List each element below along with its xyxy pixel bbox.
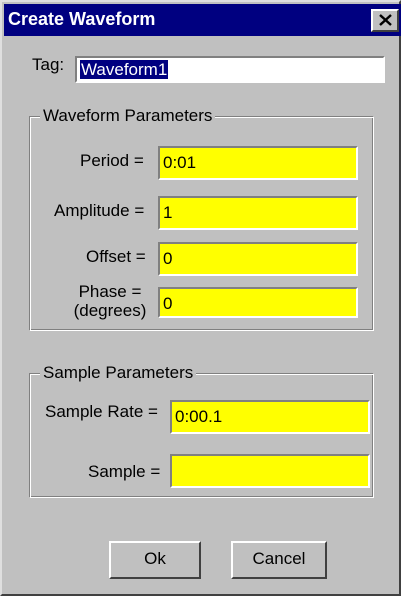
sample-parameters-title: Sample Parameters [40, 363, 197, 383]
offset-label: Offset = [86, 247, 146, 266]
phase-label-line1: Phase = [78, 282, 142, 301]
ok-button[interactable]: Ok [109, 541, 201, 579]
close-button[interactable] [371, 9, 399, 32]
period-input[interactable]: 0:01 [158, 146, 358, 180]
amplitude-label: Amplitude = [54, 201, 145, 220]
title-bar[interactable]: Create Waveform [4, 4, 401, 36]
window-title: Create Waveform [8, 9, 156, 29]
amplitude-value: 1 [163, 203, 173, 222]
period-label: Period = [80, 151, 144, 170]
period-value: 0:01 [163, 153, 197, 172]
tag-input[interactable]: Waveform1 [75, 56, 385, 83]
offset-input[interactable]: 0 [158, 242, 358, 276]
close-icon [379, 14, 392, 26]
create-waveform-dialog: Create Waveform Tag: Waveform1 Waveform … [0, 0, 401, 596]
sample-label: Sample = [88, 462, 161, 481]
phase-input[interactable]: 0 [158, 287, 358, 318]
amplitude-input[interactable]: 1 [158, 196, 358, 230]
phase-label: Phase = (degrees) [66, 282, 154, 320]
offset-value: 0 [163, 249, 173, 268]
sample-rate-value: 0:00.1 [175, 407, 223, 426]
phase-label-line2: (degrees) [73, 301, 147, 320]
waveform-parameters-title: Waveform Parameters [40, 106, 216, 126]
phase-value: 0 [163, 294, 173, 313]
sample-rate-label: Sample Rate = [45, 402, 158, 421]
sample-input[interactable] [170, 454, 370, 488]
sample-rate-input[interactable]: 0:00.1 [170, 400, 370, 434]
tag-label: Tag: [32, 55, 65, 74]
cancel-button[interactable]: Cancel [231, 541, 327, 579]
tag-value: Waveform1 [80, 60, 169, 79]
